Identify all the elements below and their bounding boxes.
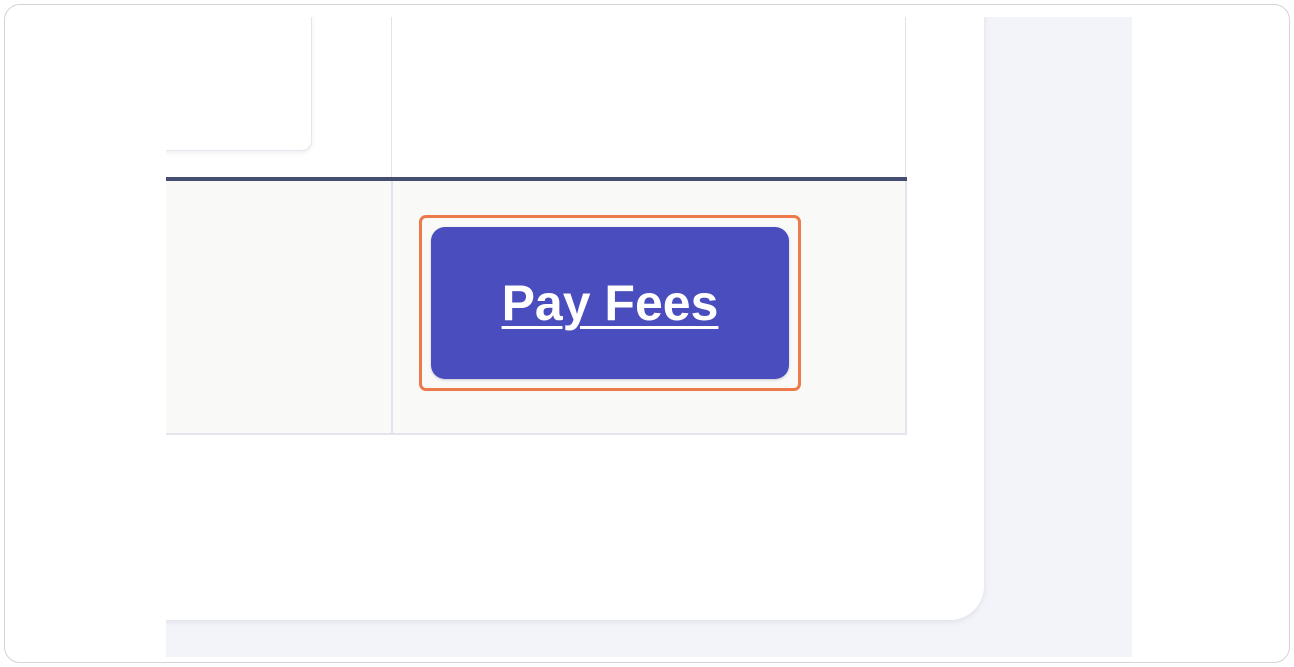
page-viewport: Pay Fees [166, 17, 1132, 657]
column-divider-right [905, 17, 906, 179]
content-card: Pay Fees [166, 17, 984, 620]
screenshot-frame: Pay Fees [4, 4, 1290, 663]
pay-fees-highlight: Pay Fees [419, 215, 801, 391]
upper-left-panel [166, 17, 312, 151]
column-divider [391, 17, 392, 179]
table-row: Pay Fees [166, 181, 907, 435]
row-cell-divider [391, 181, 393, 433]
pay-fees-button[interactable]: Pay Fees [431, 227, 789, 379]
